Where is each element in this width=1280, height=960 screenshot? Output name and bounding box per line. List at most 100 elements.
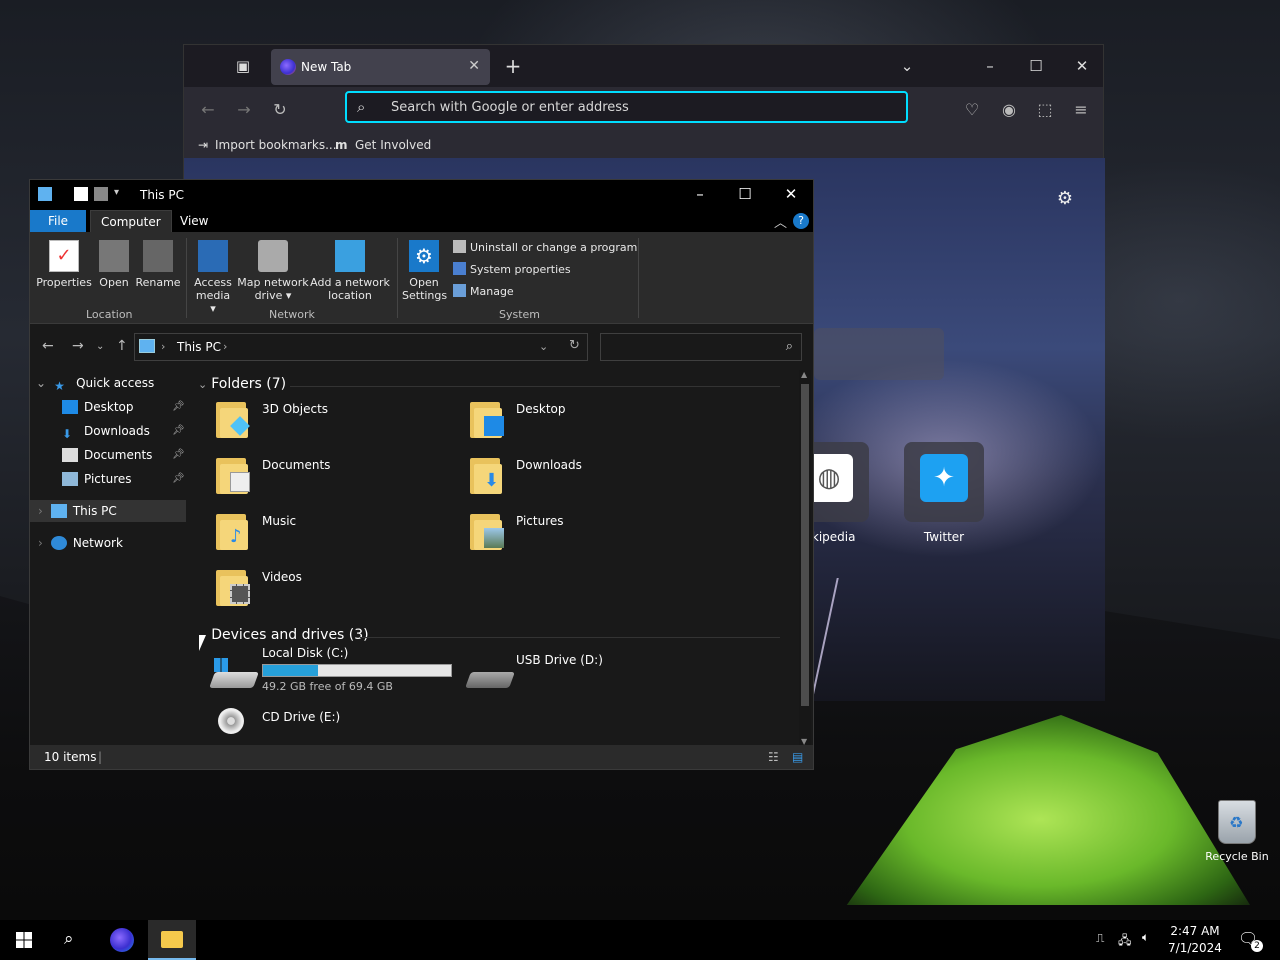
- network-tray-icon[interactable]: 🖧︎: [1118, 931, 1131, 952]
- nav-pictures[interactable]: Pictures 📌︎: [62, 468, 185, 490]
- up-arrow-icon[interactable]: ↑: [116, 338, 128, 354]
- rename-button[interactable]: Rename: [134, 240, 182, 289]
- breadcrumb-separator-icon[interactable]: ›: [223, 340, 227, 353]
- mouse-cursor-icon: [199, 635, 206, 651]
- close-icon[interactable]: ✕: [779, 185, 803, 203]
- search-input[interactable]: ⌕: [600, 333, 802, 361]
- list-tabs-chevron-icon[interactable]: ⌄: [898, 57, 916, 75]
- properties-quick-icon[interactable]: [74, 187, 88, 201]
- system-properties-button[interactable]: System properties: [453, 262, 571, 276]
- settings-gear-icon[interactable]: ⚙: [1057, 188, 1073, 209]
- taskbar-file-explorer[interactable]: [148, 920, 196, 960]
- mozilla-icon: m: [335, 138, 348, 152]
- expand-chevron-icon[interactable]: ⌄: [36, 376, 46, 390]
- tab-view[interactable]: View: [170, 210, 218, 232]
- folder-3d-objects[interactable]: 3D Objects: [262, 402, 328, 416]
- nav-downloads[interactable]: ⬇ Downloads 📌︎: [62, 420, 185, 442]
- address-dropdown-chevron-icon[interactable]: ⌄: [539, 340, 548, 353]
- nav-this-pc[interactable]: › This PC: [30, 500, 186, 522]
- scroll-thumb[interactable]: [801, 384, 809, 706]
- folder-pictures[interactable]: Pictures: [516, 514, 564, 528]
- recycle-bin[interactable]: Recycle Bin: [1200, 800, 1274, 863]
- menu-icon[interactable]: ≡: [1071, 100, 1091, 119]
- breadcrumb-this-pc[interactable]: This PC: [177, 340, 221, 354]
- tab-new-tab[interactable]: New Tab ✕: [271, 49, 490, 85]
- collapse-chevron-icon[interactable]: ⌄: [198, 378, 207, 391]
- pin-icon[interactable]: 📌︎: [172, 396, 185, 418]
- nav-quick-access[interactable]: ⌄ ★ Quick access: [36, 372, 154, 394]
- tab-file[interactable]: File: [30, 210, 86, 232]
- collapse-ribbon-icon[interactable]: ︿: [774, 212, 787, 231]
- taskbar-firefox[interactable]: [98, 920, 146, 960]
- page-search-box[interactable]: [814, 328, 944, 380]
- new-folder-quick-icon[interactable]: [94, 187, 108, 201]
- volume-muted-icon[interactable]: 🔈︎: [1142, 930, 1149, 945]
- back-arrow-icon[interactable]: ←: [42, 338, 54, 354]
- breadcrumb-separator-icon[interactable]: ›: [161, 340, 165, 353]
- minimize-icon[interactable]: –: [981, 57, 999, 75]
- group-header-devices[interactable]: ⌄ Devices and drives (3): [198, 627, 369, 643]
- access-media-button[interactable]: Access media ▾: [192, 240, 234, 315]
- extensions-icon[interactable]: ⬚: [1035, 100, 1055, 119]
- back-arrow-icon[interactable]: ←: [198, 100, 218, 119]
- folder-downloads[interactable]: Downloads: [516, 458, 582, 472]
- tab-manager-icon[interactable]: ▣: [234, 57, 252, 75]
- file-explorer-window[interactable]: ▾ This PC – ☐ ✕ File Computer View ︿ ? ✓…: [29, 179, 814, 770]
- drive-c[interactable]: Local Disk (C:): [262, 646, 348, 660]
- details-view-icon[interactable]: ☷: [768, 750, 779, 764]
- search-button[interactable]: ⌕: [48, 920, 96, 960]
- folder-music[interactable]: Music: [262, 514, 296, 528]
- expand-chevron-icon[interactable]: ›: [38, 536, 43, 550]
- nav-network[interactable]: › Network: [38, 532, 123, 554]
- maximize-icon[interactable]: ☐: [1027, 57, 1045, 75]
- browser-tabbar: ▣ New Tab ✕ + ⌄ – ☐ ✕: [184, 45, 1103, 87]
- star-icon: ★: [54, 379, 65, 393]
- account-icon[interactable]: ◉: [999, 100, 1019, 119]
- add-network-location-button[interactable]: Add a network location: [310, 240, 390, 302]
- properties-button[interactable]: ✓ Properties: [36, 240, 92, 289]
- forward-arrow-icon[interactable]: →: [72, 338, 84, 354]
- group-header-folders[interactable]: ⌄ Folders (7): [198, 376, 286, 392]
- pin-icon[interactable]: 📌︎: [172, 420, 185, 442]
- map-network-drive-button[interactable]: Map network drive ▾: [236, 240, 310, 302]
- reload-icon[interactable]: ↻: [270, 100, 290, 119]
- large-icons-view-icon[interactable]: ▤: [792, 750, 803, 764]
- uninstall-program-button[interactable]: Uninstall or change a program: [453, 240, 637, 254]
- nav-desktop[interactable]: Desktop 📌︎: [62, 396, 185, 418]
- help-icon[interactable]: ?: [793, 213, 809, 229]
- drive-e[interactable]: CD Drive (E:): [262, 710, 340, 724]
- minimize-icon[interactable]: –: [688, 185, 712, 203]
- content-scrollbar[interactable]: ▲ ▼: [799, 370, 811, 746]
- folder-desktop[interactable]: Desktop: [516, 402, 566, 416]
- recent-locations-chevron-icon[interactable]: ⌄: [96, 341, 104, 352]
- shortcut-twitter[interactable]: ✦: [904, 442, 984, 522]
- pin-icon[interactable]: 📌︎: [172, 468, 185, 490]
- pocket-icon[interactable]: ♡: [962, 100, 982, 119]
- bookmark-import[interactable]: Import bookmarks...: [215, 138, 337, 152]
- customize-quick-chevron-icon[interactable]: ▾: [114, 187, 128, 201]
- refresh-icon[interactable]: ↻: [569, 338, 580, 353]
- open-button[interactable]: Open: [96, 240, 132, 289]
- scroll-up-arrow-icon[interactable]: ▲: [801, 370, 807, 379]
- expand-chevron-icon[interactable]: ›: [38, 504, 43, 518]
- forward-arrow-icon[interactable]: →: [234, 100, 254, 119]
- tab-computer[interactable]: Computer: [90, 210, 172, 232]
- start-button[interactable]: [0, 920, 48, 960]
- bookmark-get-involved[interactable]: Get Involved: [355, 138, 431, 152]
- clock[interactable]: 2:47 AM 7/1/2024: [1164, 923, 1226, 957]
- pin-icon[interactable]: 📌︎: [172, 444, 185, 466]
- url-bar[interactable]: ⌕ Search with Google or enter address: [345, 91, 908, 123]
- folder-documents[interactable]: Documents: [262, 458, 330, 472]
- network-icon: [50, 536, 67, 550]
- new-tab-icon[interactable]: +: [504, 56, 522, 76]
- close-icon[interactable]: ✕: [1073, 57, 1091, 75]
- open-settings-button[interactable]: ⚙ Open Settings: [402, 240, 447, 302]
- tab-close-icon[interactable]: ✕: [468, 58, 480, 74]
- usb-eject-icon[interactable]: ⎍: [1096, 931, 1104, 946]
- folder-videos[interactable]: Videos: [262, 570, 302, 584]
- address-bar[interactable]: › This PC › ⌄ ↻: [134, 333, 588, 361]
- manage-button[interactable]: Manage: [453, 284, 514, 298]
- drive-d[interactable]: USB Drive (D:): [516, 653, 603, 667]
- nav-documents[interactable]: Documents 📌︎: [62, 444, 185, 466]
- maximize-icon[interactable]: ☐: [733, 185, 757, 203]
